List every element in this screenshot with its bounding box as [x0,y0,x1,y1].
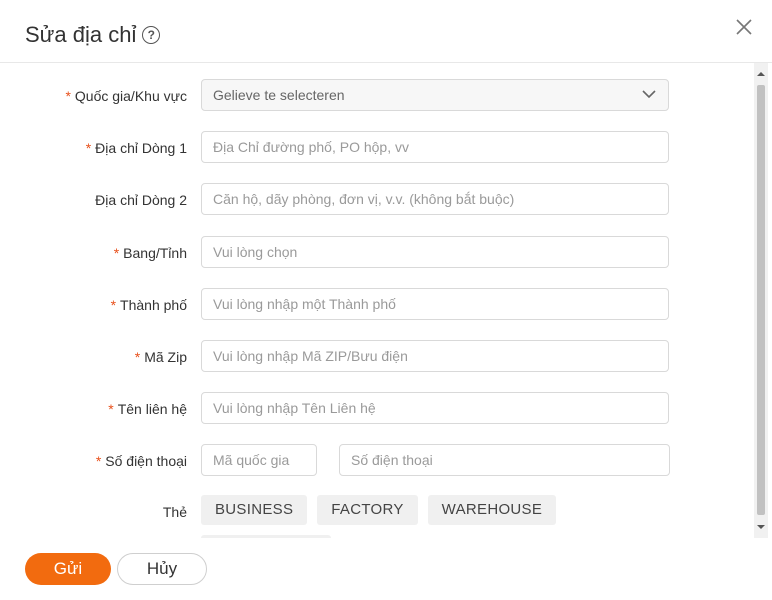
country-label: * Quốc gia/Khu vực [65,79,187,113]
required-mark: * [108,401,114,417]
tag-list: BUSINESS FACTORY WAREHOUSE [201,495,557,527]
required-mark: * [95,453,102,469]
required-mark: * [134,349,141,365]
tags-label-text: Thẻ [162,504,187,520]
country-code-input[interactable] [201,444,317,476]
zip-label: * Mã Zip [135,340,187,374]
city-input[interactable] [201,288,669,320]
required-mark: * [110,297,117,313]
country-row: * Quốc gia/Khu vực Gelieve te selecteren [0,79,752,113]
phone-label-text: Số điện thoại [105,453,187,469]
tag-business[interactable]: BUSINESS [201,495,308,525]
cancel-button[interactable]: Hủy [117,553,207,585]
contact-label-text: Tên liên hệ [117,401,187,417]
address2-label: Địa chỉ Dòng 2 [95,183,187,217]
dialog-footer: Gửi Hủy [0,538,772,600]
required-mark: * [113,245,120,261]
required-mark: * [85,140,92,156]
scroll-down-arrow-icon[interactable] [754,522,768,532]
close-icon[interactable] [733,16,755,38]
contact-input[interactable] [201,392,669,424]
address1-label: * Địa chỉ Dòng 1 [86,131,187,165]
state-row: * Bang/Tỉnh [0,236,752,270]
address1-row: * Địa chỉ Dòng 1 [0,131,752,165]
city-label-text: Thành phố [120,297,187,313]
address2-input[interactable] [201,183,669,215]
tags-row: Thẻ BUSINESS FACTORY WAREHOUSE [0,495,752,529]
help-icon[interactable]: ? [142,26,161,44]
edit-address-dialog: Sửa địa chỉ ? * Quốc gia/Khu vực Gelieve … [0,0,772,600]
address1-label-text: Địa chỉ Dòng 1 [95,140,187,156]
chevron-down-icon [642,90,656,99]
address-form: * Quốc gia/Khu vực Gelieve te selecteren … [0,63,752,538]
scrollbar-thumb[interactable] [757,85,765,515]
contact-label: * Tên liên hệ [108,392,187,426]
country-select-value: Gelieve te selecteren [213,87,345,103]
phone-row: * Số điện thoại [0,444,752,478]
required-mark: * [65,88,71,104]
dialog-title: Sửa địa chỉ ? [25,22,161,48]
phone-label: * Số điện thoại [96,444,187,478]
state-label-text: Bang/Tỉnh [123,245,187,261]
city-row: * Thành phố [0,288,752,322]
dialog-title-text: Sửa địa chỉ [25,22,137,47]
scroll-up-arrow-icon[interactable] [754,69,768,79]
country-select[interactable]: Gelieve te selecteren [201,79,669,111]
scrollbar[interactable] [754,63,768,538]
state-label: * Bang/Tỉnh [114,236,187,270]
city-label: * Thành phố [111,288,187,322]
zip-row: * Mã Zip [0,340,752,374]
state-input[interactable] [201,236,669,268]
contact-row: * Tên liên hệ [0,392,752,426]
address1-input[interactable] [201,131,669,163]
tag-factory[interactable]: FACTORY [317,495,418,525]
tag-warehouse[interactable]: WAREHOUSE [427,495,557,525]
address2-label-text: Địa chỉ Dòng 2 [95,192,187,208]
country-label-text: Quốc gia/Khu vực [74,88,187,104]
submit-button[interactable]: Gửi [25,553,111,585]
tags-label: Thẻ [163,495,187,529]
zip-label-text: Mã Zip [144,349,187,365]
address2-row: Địa chỉ Dòng 2 [0,183,752,217]
phone-number-input[interactable] [339,444,670,476]
zip-input[interactable] [201,340,669,372]
